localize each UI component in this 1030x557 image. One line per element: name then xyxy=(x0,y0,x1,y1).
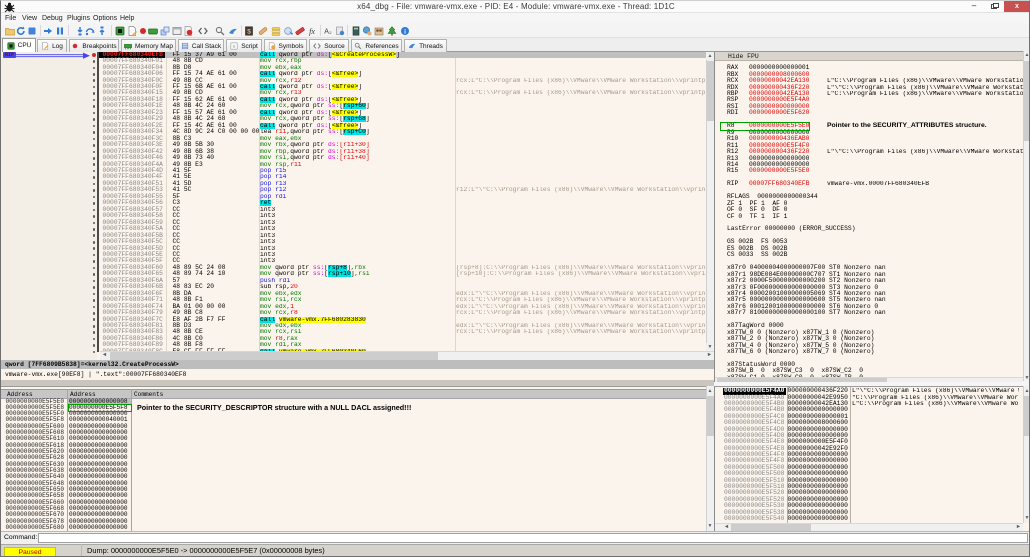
svg-text:$: $ xyxy=(247,28,251,35)
svg-text:A₂: A₂ xyxy=(324,29,332,36)
svg-text:i: i xyxy=(404,29,406,36)
svg-text:fx: fx xyxy=(309,27,315,36)
